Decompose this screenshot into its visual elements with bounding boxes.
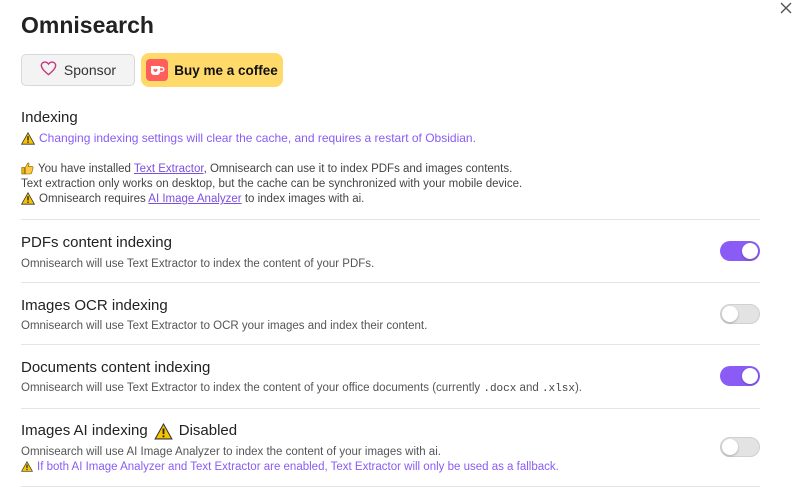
thumbs-up-icon xyxy=(21,162,34,177)
images-ai-toggle[interactable] xyxy=(720,437,760,457)
sponsor-label: Sponsor xyxy=(63,62,117,78)
section-heading-indexing: Indexing xyxy=(21,109,78,126)
info-prefix: You have installed xyxy=(38,163,134,175)
page-title: Omnisearch xyxy=(21,12,154,38)
warning-icon xyxy=(153,422,173,440)
sponsor-button[interactable]: Sponsor xyxy=(21,54,135,86)
setting-description: Omnisearch will use Text Extractor to in… xyxy=(21,258,375,270)
setting-documents-content-indexing: Documents content indexing Omnisearch wi… xyxy=(21,344,760,409)
pdfs-indexing-toggle[interactable] xyxy=(720,241,760,261)
divider xyxy=(21,486,760,487)
info-suffix: , Omnisearch can use it to index PDFs an… xyxy=(203,163,513,175)
coffee-label: Buy me a coffee xyxy=(174,62,278,78)
close-icon[interactable] xyxy=(778,0,794,16)
setting-description: Omnisearch will use AI Image Analyzer to… xyxy=(21,446,441,458)
fallback-note: If both AI Image Analyzer and Text Extra… xyxy=(21,461,559,473)
indexing-warning: Changing indexing settings will clear th… xyxy=(21,131,476,145)
heart-icon xyxy=(40,61,57,79)
text-extractor-link[interactable]: Text Extractor xyxy=(134,163,204,175)
ai-suffix: to index images with ai. xyxy=(241,193,365,205)
setting-name: Documents content indexing xyxy=(21,359,211,376)
setting-description: Omnisearch will use Text Extractor to in… xyxy=(21,382,582,395)
setting-description: Omnisearch will use Text Extractor to OC… xyxy=(21,320,428,332)
setting-name: Images OCR indexing xyxy=(21,297,168,314)
indexing-warning-text: Changing indexing settings will clear th… xyxy=(39,131,476,146)
ai-prefix: Omnisearch requires xyxy=(39,193,149,205)
warning-icon xyxy=(21,461,33,473)
docx-code: .docx xyxy=(483,383,517,395)
documents-indexing-toggle[interactable] xyxy=(720,366,760,386)
text-extractor-info: You have installed Text Extractor, Omnis… xyxy=(21,162,522,207)
coffee-cup-icon xyxy=(146,59,169,81)
ai-image-analyzer-link[interactable]: AI Image Analyzer xyxy=(148,193,241,205)
setting-pdfs-content-indexing: PDFs content indexing Omnisearch will us… xyxy=(21,219,760,283)
status-badge: Disabled xyxy=(178,422,238,440)
xlsx-code: .xlsx xyxy=(541,383,575,395)
warning-icon xyxy=(21,192,35,207)
fallback-note-text: If both AI Image Analyzer and Text Extra… xyxy=(37,461,559,473)
setting-name: PDFs content indexing xyxy=(21,234,172,251)
setting-images-ocr-indexing: Images OCR indexing Omnisearch will use … xyxy=(21,282,760,345)
buy-me-a-coffee-button[interactable]: Buy me a coffee xyxy=(141,53,283,87)
images-ocr-toggle[interactable] xyxy=(720,304,760,324)
setting-images-ai-indexing: Images AI indexing Disabled Omnisearch w… xyxy=(21,408,760,487)
setting-name: Images AI indexing Disabled xyxy=(21,422,238,440)
warning-icon xyxy=(21,131,35,145)
info-line-2: Text extraction only works on desktop, b… xyxy=(21,178,523,190)
